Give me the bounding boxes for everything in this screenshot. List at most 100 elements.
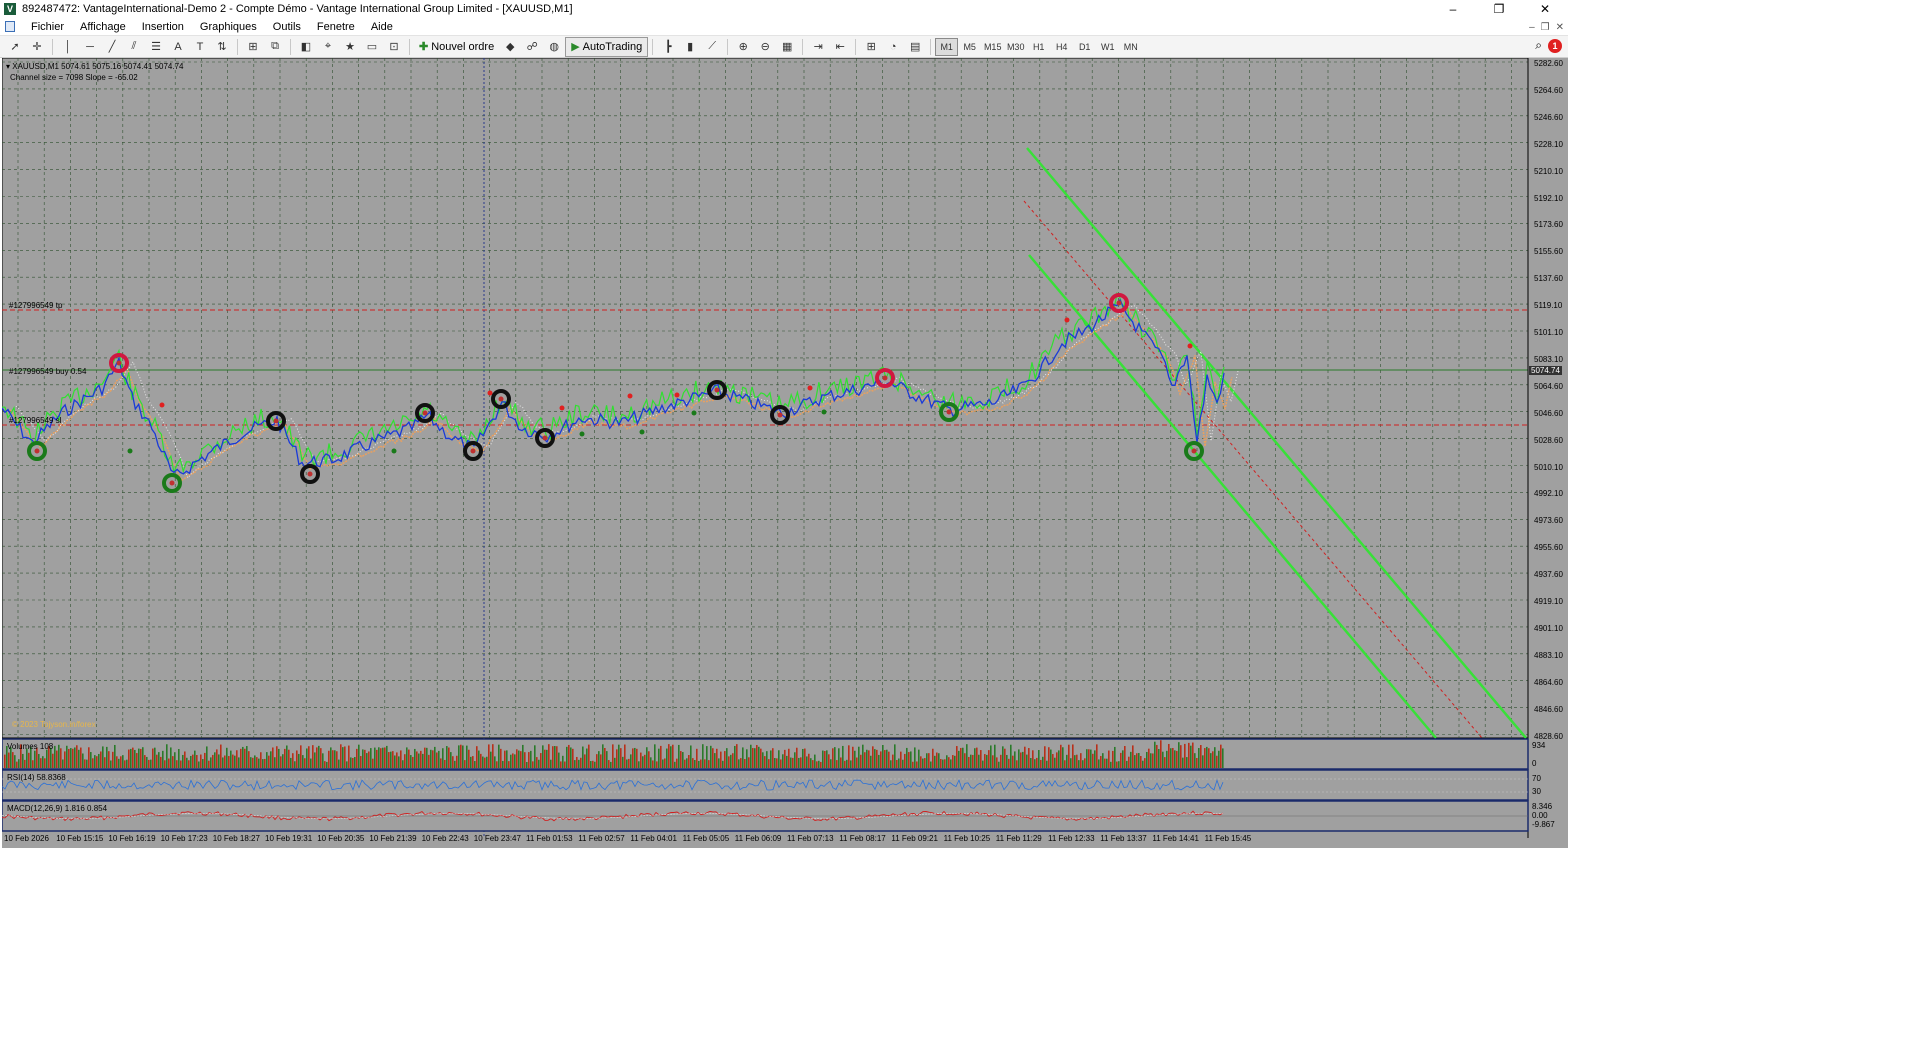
volume-bar [336,751,338,768]
navigator-icon[interactable]: ★ [339,37,361,57]
fibonacci-icon[interactable]: ☰ [145,37,167,57]
notification-badge[interactable]: 1 [1548,38,1562,53]
menu-outils[interactable]: Outils [265,21,309,33]
time-scale-label: 11 Feb 04:01 [630,834,677,843]
price-chart[interactable] [2,58,1568,848]
macd-scale-top: 8.346 [1532,802,1553,811]
new-order-button[interactable]: ✚ Nouvel ordre [414,37,499,57]
timeframe-d1[interactable]: D1 [1073,38,1096,56]
volume-bar [292,753,294,768]
chart-window[interactable]: ▾ XAUUSD,M1 5074.61 5075.16 5074.41 5074… [2,58,1568,848]
volume-bar [1176,750,1178,768]
time-scale-label: 11 Feb 10:25 [943,834,991,843]
chart-shift-icon[interactable]: ⇥ [807,37,829,57]
menu-graphiques[interactable]: Graphiques [192,21,265,33]
volume-bar [906,747,908,768]
mdi-restore-icon[interactable]: ❐ [1541,22,1550,33]
market-watch-icon[interactable]: ◧ [295,37,317,57]
menu-insertion[interactable]: Insertion [134,21,192,33]
volume-bar [826,750,828,768]
metaeditor-icon[interactable]: ◆ [499,37,521,57]
candlestick-icon[interactable]: ▮ [679,37,701,57]
line-chart-icon[interactable]: ⟋ [701,37,723,57]
pivot-marker-center [307,471,313,477]
data-window-icon[interactable]: ⌖ [317,37,339,57]
volume-bar [910,751,912,768]
crosshair-icon[interactable]: ✛ [26,37,48,57]
zoom-in-icon[interactable]: ⊕ [732,37,754,57]
timeframe-m15[interactable]: M15 [981,38,1004,56]
menu-affichage[interactable]: Affichage [72,21,134,33]
volume-bar [102,746,104,768]
timeframe-h1[interactable]: H1 [1027,38,1050,56]
vertical-line-icon[interactable]: │ [57,37,79,57]
strategy-tester-icon[interactable]: ⊡ [383,37,405,57]
autoscroll-icon[interactable]: ⇤ [829,37,851,57]
timeframe-m1[interactable]: M1 [935,37,959,56]
volume-bar [1202,755,1204,768]
bar-chart-icon[interactable]: ┣ [657,37,679,57]
volume-bar [604,748,606,768]
volume-bar [342,747,344,768]
title-bar: V 892487472: VantageInternational-Demo 2… [0,0,1568,18]
restore-icon[interactable]: ❐ [1476,0,1522,18]
mdi-close-icon[interactable]: ✕ [1556,22,1564,33]
periods-icon[interactable]: ◔ [882,37,904,57]
signals-icon[interactable]: ☍ [521,37,543,57]
volume-bar [92,758,94,768]
volume-bar [164,760,166,768]
volume-bar [900,751,902,768]
tile-windows-icon[interactable]: ▦ [776,37,798,57]
volume-bar [608,760,610,768]
horizontal-line-icon[interactable]: ─ [79,37,101,57]
arrows-icon[interactable]: ⇅ [211,37,233,57]
channel-icon[interactable]: ⫽ [123,37,145,57]
price-scale-label: 4937.60 [1534,570,1563,580]
menu-fichier[interactable]: Fichier [23,21,72,33]
trendline-icon[interactable]: ╱ [101,37,123,57]
volume-bar [622,756,624,768]
volume-bar [558,752,560,768]
menu-fenetre[interactable]: Fenetre [309,21,363,33]
new-chart-icon[interactable]: ⊞ [242,37,264,57]
volume-bar [56,750,58,768]
cursor-icon[interactable]: ➚ [4,37,26,57]
volume-bar [506,750,508,768]
market-icon[interactable]: ◍ [543,37,565,57]
timeframe-w1[interactable]: W1 [1096,38,1119,56]
terminal-icon[interactable]: ▭ [361,37,383,57]
templates-icon[interactable]: ▤ [904,37,926,57]
volume-bar [290,757,292,768]
timeframe-m30[interactable]: M30 [1004,38,1027,56]
volume-bar [266,752,268,768]
sl-label: #127996549 sl [9,416,62,425]
volume-bar [254,755,256,768]
volume-bar [908,752,910,768]
timeframe-mn[interactable]: MN [1119,38,1142,56]
zoom-out-icon[interactable]: ⊖ [754,37,776,57]
volume-bar [308,746,310,768]
volume-bar [992,755,994,768]
profiles-icon[interactable]: ⧉ [264,37,286,57]
volume-bar [226,747,228,768]
volume-bar [1142,760,1144,768]
timeframe-m5[interactable]: M5 [958,38,981,56]
mdi-minimize-icon[interactable]: – [1529,22,1535,33]
text-icon[interactable]: A [167,37,189,57]
search-icon[interactable]: ⌕ [1535,38,1542,53]
volume-bar [178,749,180,768]
volume-bar [1180,745,1182,768]
volume-bar [1120,752,1122,768]
volume-bar [850,760,852,768]
close-icon[interactable]: ✕ [1522,0,1568,18]
menu-aide[interactable]: Aide [363,21,401,33]
text-label-icon[interactable]: T [189,37,211,57]
volume-bar [116,756,118,768]
autotrading-button[interactable]: ▶ AutoTrading [565,36,649,57]
volume-bar [232,754,234,768]
document-icon[interactable] [5,21,15,32]
timeframe-h4[interactable]: H4 [1050,38,1073,56]
volume-bar [520,751,522,768]
indicators-icon[interactable]: ⊞ [860,37,882,57]
minimize-icon[interactable]: – [1430,0,1476,18]
